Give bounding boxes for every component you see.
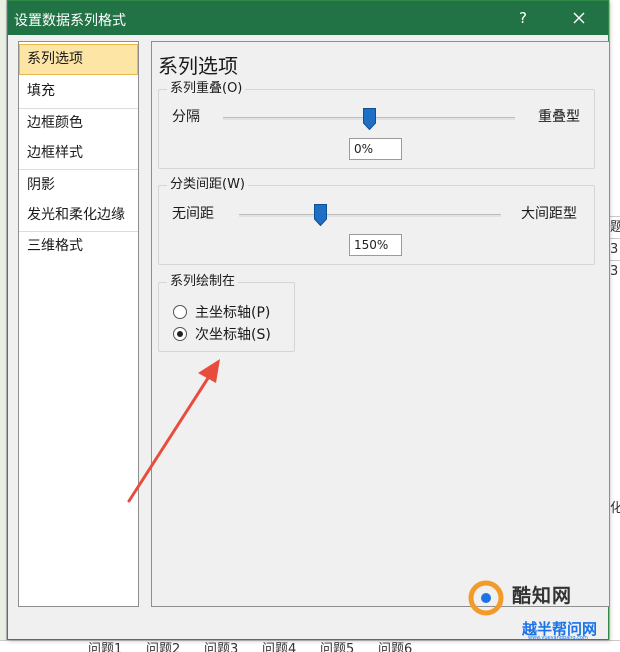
format-data-series-dialog: 设置数据系列格式 ? 系列选项 填充 边框颜色 边框样式 阴影 发光和柔化边缘 … — [7, 0, 610, 640]
sheet-right-strip — [609, 0, 620, 652]
sheet-cell: 题 — [609, 216, 620, 238]
overlap-value-input[interactable]: 0% — [349, 138, 402, 160]
nav-item-fill[interactable]: 填充 — [19, 76, 138, 107]
series-overlap-group: 系列重叠(O) 分隔 重叠型 0% — [158, 81, 595, 169]
plot-series-on-label: 系列绘制在 — [167, 274, 239, 290]
gap-value-input[interactable]: 150% — [349, 234, 402, 256]
gap-slider-thumb[interactable] — [314, 204, 327, 226]
sheet-axis-label: 问题6 — [378, 642, 413, 652]
sheet-cell: 3 — [609, 260, 620, 282]
primary-axis-radio[interactable] — [173, 305, 187, 319]
gap-min-label: 无间距 — [172, 206, 214, 222]
close-icon — [573, 12, 585, 24]
annotation-arrow-icon — [127, 359, 220, 503]
primary-axis-option[interactable]: 主坐标轴(P) — [173, 302, 270, 322]
overlap-max-label: 重叠型 — [538, 109, 580, 125]
nav-item-3d-format[interactable]: 三维格式 — [19, 231, 138, 262]
nav-item-border-color[interactable]: 边框颜色 — [19, 108, 138, 139]
watermark-url: www.yueyangbang.com — [528, 635, 588, 641]
sheet-axis-labels: 问题1 问题2 问题3 问题4 问题5 问题6 — [0, 640, 620, 652]
sheet-axis-label: 问题4 — [262, 642, 297, 652]
secondary-axis-label: 次坐标轴(S) — [195, 327, 271, 343]
gap-slider-track[interactable] — [239, 214, 501, 217]
nav-item-glow-soft-edges[interactable]: 发光和柔化边缘 — [19, 200, 138, 231]
gap-max-label: 大间距型 — [521, 206, 577, 222]
watermark-brand: 酷知网 — [512, 585, 573, 607]
series-overlap-label: 系列重叠(O) — [167, 81, 246, 97]
watermark-logo-icon — [468, 580, 504, 616]
sheet-axis-label: 问题1 — [88, 642, 123, 652]
watermark-logo: 酷知网 越半帮问网 www.yueyangbang.com — [462, 578, 610, 641]
sheet-cell: 3 — [609, 238, 620, 260]
help-button[interactable]: ? — [513, 8, 533, 28]
overlap-min-label: 分隔 — [172, 109, 200, 125]
nav-item-shadow[interactable]: 阴影 — [19, 170, 138, 201]
nav-item-series-options[interactable]: 系列选项 — [19, 44, 138, 75]
close-button[interactable] — [564, 7, 594, 29]
overlap-slider-thumb[interactable] — [363, 108, 376, 130]
sheet-axis-label: 问题2 — [146, 642, 181, 652]
plot-series-on-group: 系列绘制在 主坐标轴(P) 次坐标轴(S) — [158, 274, 295, 352]
sheet-left-strip — [0, 0, 7, 652]
sheet-cell: 化 — [610, 501, 620, 516]
secondary-axis-option[interactable]: 次坐标轴(S) — [173, 324, 271, 344]
primary-axis-label: 主坐标轴(P) — [195, 305, 271, 321]
dialog-title: 设置数据系列格式 — [14, 13, 126, 29]
sheet-axis-label: 问题5 — [320, 642, 355, 652]
series-options-panel: 系列选项 系列重叠(O) 分隔 重叠型 0% 分类间距(W) 无间距 大间距型 … — [151, 41, 610, 607]
dialog-titlebar: 设置数据系列格式 ? — [8, 1, 608, 35]
gap-width-label: 分类间距(W) — [167, 177, 248, 193]
gap-width-group: 分类间距(W) 无间距 大间距型 150% — [158, 177, 595, 265]
nav-item-border-style[interactable]: 边框样式 — [19, 138, 138, 169]
panel-title: 系列选项 — [158, 54, 238, 78]
category-list: 系列选项 填充 边框颜色 边框样式 阴影 发光和柔化边缘 三维格式 — [18, 41, 139, 607]
secondary-axis-radio[interactable] — [173, 327, 187, 341]
sheet-axis-label: 问题3 — [204, 642, 239, 652]
